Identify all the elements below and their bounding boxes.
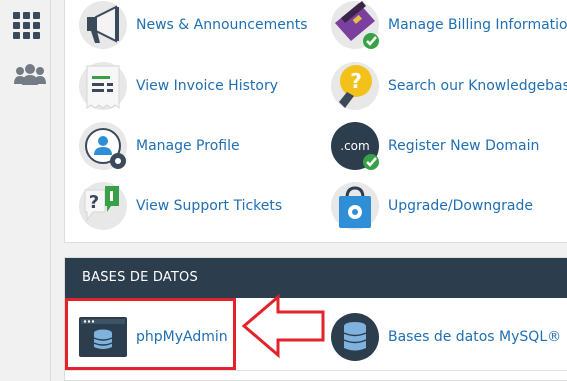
support-tickets-label: View Support Tickets bbox=[136, 198, 283, 214]
manage-profile-label: Manage Profile bbox=[136, 138, 240, 154]
mysql-database-icon bbox=[331, 313, 379, 361]
register-domain-label: Register New Domain bbox=[388, 138, 540, 154]
news-announcements-link[interactable]: News & Announcements bbox=[79, 1, 308, 49]
manage-billing-label: Manage Billing Information bbox=[388, 17, 567, 33]
left-sidebar bbox=[0, 0, 51, 381]
panel-divider bbox=[65, 370, 567, 371]
mysql-databases-link[interactable]: Bases de datos MySQL® bbox=[331, 313, 561, 361]
mysql-databases-label: Bases de datos MySQL® bbox=[388, 329, 562, 345]
invoice-history-link[interactable]: View Invoice History bbox=[79, 62, 278, 110]
knowledgebase-label: Search our Knowledgebase bbox=[388, 78, 567, 94]
register-domain-link[interactable]: .com Register New Domain bbox=[331, 122, 539, 170]
manage-billing-link[interactable]: Manage Billing Information bbox=[331, 1, 567, 49]
svg-text:?: ? bbox=[89, 192, 99, 213]
knowledgebase-link[interactable]: ? Search our Knowledgebase bbox=[331, 62, 567, 110]
support-ticket-icon: ? bbox=[79, 182, 127, 230]
phpmyadmin-window-icon bbox=[79, 317, 127, 357]
left-arrow-outline-icon bbox=[241, 293, 325, 359]
databases-header: BASES DE DATOS bbox=[65, 258, 567, 298]
phpmyadmin-label: phpMyAdmin bbox=[136, 329, 228, 345]
support-tickets-link[interactable]: ? View Support Tickets bbox=[79, 182, 282, 230]
dotcom-domain-icon: .com bbox=[331, 122, 379, 170]
news-announcements-label: News & Announcements bbox=[136, 17, 308, 33]
shopping-bag-gear-icon bbox=[331, 182, 379, 230]
credit-card-check-icon bbox=[331, 1, 379, 49]
manage-profile-link[interactable]: Manage Profile bbox=[79, 122, 240, 170]
upgrade-downgrade-link[interactable]: Upgrade/Downgrade bbox=[331, 182, 533, 230]
user-gear-icon bbox=[79, 122, 127, 170]
svg-text:?: ? bbox=[350, 69, 362, 93]
svg-text:.com: .com bbox=[340, 139, 369, 153]
users-group-icon[interactable] bbox=[13, 64, 47, 86]
invoice-document-icon bbox=[79, 62, 127, 110]
invoice-history-label: View Invoice History bbox=[136, 78, 278, 94]
lightbulb-question-icon: ? bbox=[331, 62, 379, 110]
phpmyadmin-link[interactable]: phpMyAdmin bbox=[79, 313, 228, 361]
megaphone-icon bbox=[79, 1, 127, 49]
upgrade-downgrade-label: Upgrade/Downgrade bbox=[388, 198, 533, 214]
apps-grid-icon[interactable] bbox=[13, 12, 40, 39]
